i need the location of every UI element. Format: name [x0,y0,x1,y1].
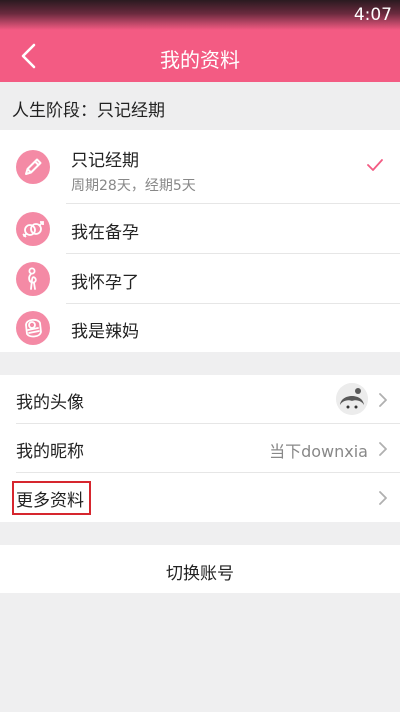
chevron-right-icon [379,491,387,505]
stage-item-label: 我是辣妈 [71,322,139,342]
gender-rings-icon [16,212,50,246]
highlight-box [12,481,91,515]
pencil-icon [16,150,50,184]
avatar-row-label: 我的头像 [16,393,84,413]
stage-item-pregnant[interactable]: 我怀孕了 [0,254,400,304]
stage-item-preparing[interactable]: 我在备孕 [0,204,400,254]
avatar-row[interactable]: 我的头像 [0,375,400,424]
pregnant-icon [16,262,50,296]
stage-header: 人生阶段：只记经期 [0,82,400,130]
chevron-right-icon [379,442,387,456]
stage-item-label: 我怀孕了 [71,273,139,293]
stage-header-label: 人生阶段：只记经期 [12,101,165,121]
stage-item-subtitle: 周期28天，经期5天 [71,178,196,194]
avatar [336,383,368,415]
switch-account-label: 切换账号 [166,564,234,584]
nickname-value: 当下downxia [269,442,368,461]
chevron-right-icon [379,393,387,407]
stage-list: 只记经期 周期28天，经期5天 我在备孕 我怀孕了 我是辣妈 [0,130,400,352]
switch-account-button[interactable]: 切换账号 [0,545,400,593]
status-bar: 4:07 [0,0,400,30]
status-time: 4:07 [353,5,392,25]
page-title: 我的资料 [160,48,240,72]
nickname-row[interactable]: 我的昵称 当下downxia [0,424,400,473]
app-bar: 我的资料 [0,30,400,82]
stage-item-mom[interactable]: 我是辣妈 [0,304,400,352]
check-icon [367,159,383,171]
stage-item-period[interactable]: 只记经期 周期28天，经期5天 [0,130,400,204]
stage-item-label: 只记经期 [71,151,139,171]
nickname-row-label: 我的昵称 [16,442,84,462]
stage-item-label: 我在备孕 [71,223,139,243]
baby-icon [16,311,50,345]
